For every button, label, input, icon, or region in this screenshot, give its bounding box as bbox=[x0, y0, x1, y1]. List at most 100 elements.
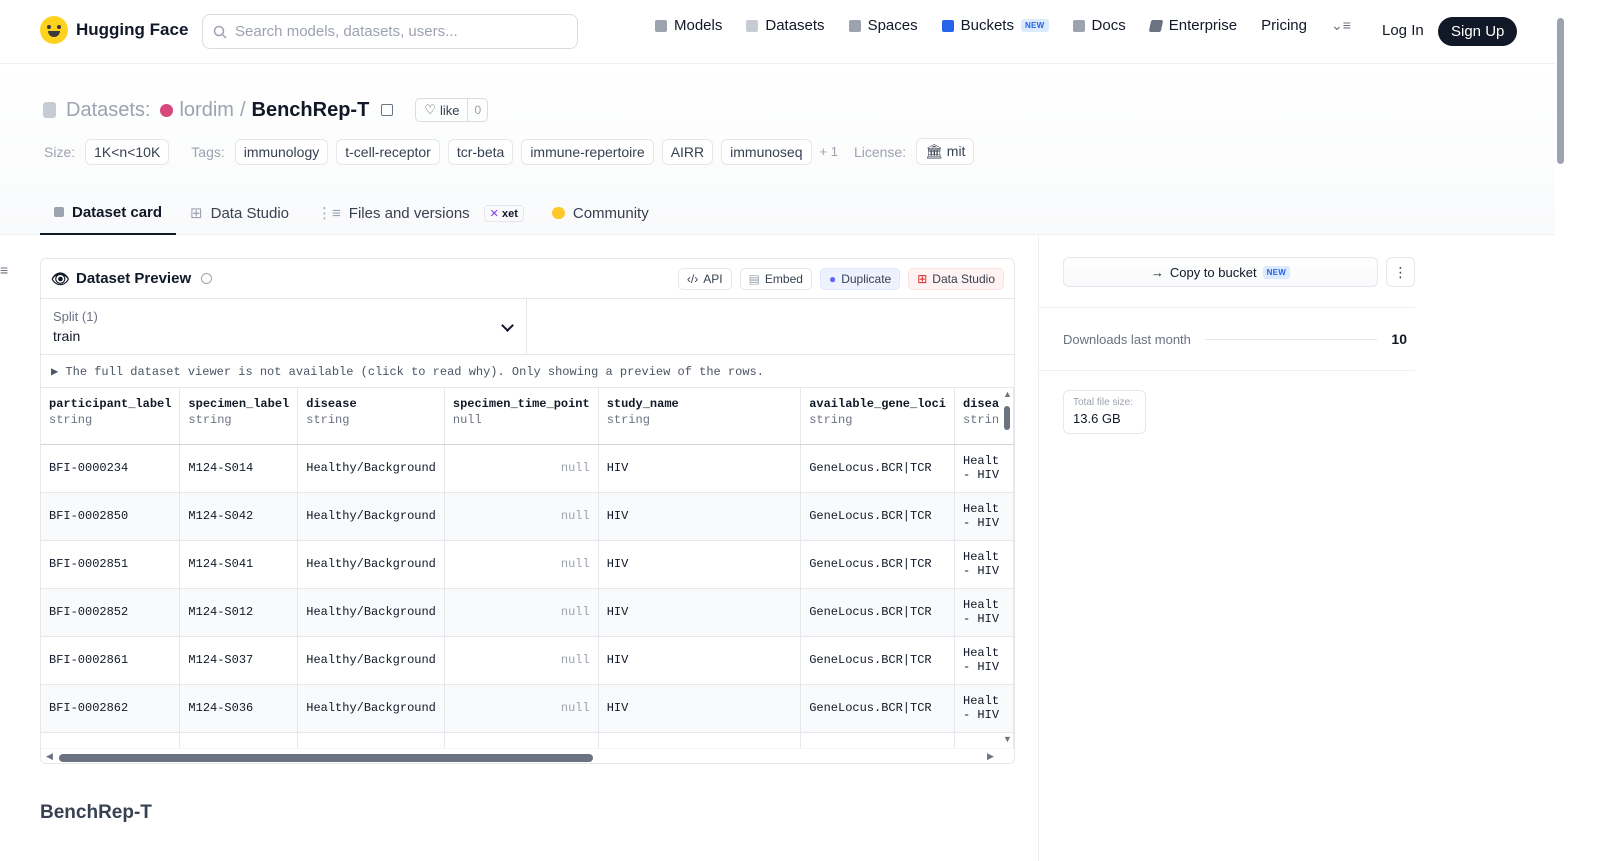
table-cell[interactable]: M124-S037 bbox=[179, 636, 299, 685]
table-cell[interactable]: Healthy/Background bbox=[297, 684, 445, 733]
column-header[interactable]: study_name string bbox=[598, 388, 802, 445]
horizontal-scrollbar[interactable]: ◀ ▶ bbox=[41, 748, 1014, 763]
login-link[interactable]: Log In bbox=[1382, 22, 1424, 39]
api-button[interactable]: ‹/› API bbox=[677, 267, 732, 290]
table-cell[interactable]: BFI-0002851 bbox=[41, 540, 181, 589]
tag-immune-repertoire[interactable]: immune-repertoire bbox=[521, 138, 654, 165]
datasets-prefix[interactable]: Datasets: bbox=[66, 99, 150, 122]
table-cell[interactable]: null bbox=[444, 540, 599, 589]
table-row[interactable]: BFI-0002851 M124-S041 Healthy/Background nu… bbox=[41, 540, 1014, 589]
brand-logo[interactable]: Hugging Face bbox=[40, 16, 188, 44]
toc-toggle-icon[interactable]: ≡ bbox=[0, 262, 8, 278]
table-cell[interactable]: BFI-0002862 bbox=[41, 684, 181, 733]
table-cell[interactable]: M124-S036 bbox=[179, 684, 299, 733]
more-tags[interactable]: + 1 bbox=[820, 144, 838, 159]
page-scroll-thumb[interactable] bbox=[1557, 18, 1564, 164]
tag-immunoseq[interactable]: immunoseq bbox=[721, 138, 812, 165]
table-cell[interactable]: null bbox=[444, 492, 599, 541]
tab-community[interactable]: Community bbox=[538, 191, 663, 235]
size-tag[interactable]: 1K<n<10K bbox=[85, 138, 170, 165]
table-cell[interactable]: HIV bbox=[598, 684, 802, 733]
split-dropdown[interactable]: Split (1) train bbox=[41, 299, 527, 354]
tag-t-cell-receptor[interactable]: t-cell-receptor bbox=[336, 138, 440, 165]
duplicate-button[interactable]: ● Duplicate bbox=[819, 267, 901, 290]
table-cell[interactable]: HIV bbox=[598, 492, 802, 541]
table-row[interactable]: BFI-0002862 M124-S036 Healthy/Background nu… bbox=[41, 684, 1014, 733]
horizontal-scroll-thumb[interactable] bbox=[59, 754, 593, 762]
table-cell[interactable]: BFI-0002850 bbox=[41, 492, 181, 541]
nav-spaces[interactable]: Spaces bbox=[848, 17, 918, 34]
nav-datasets[interactable]: Datasets bbox=[746, 17, 825, 34]
table-cell[interactable]: BFI-0002852 bbox=[41, 588, 181, 637]
table-row[interactable]: BFI-0002850 M124-S042 Healthy/Background nu… bbox=[41, 492, 1014, 541]
table-cell[interactable]: GeneLocus.BCR|TCR bbox=[800, 444, 956, 493]
scroll-right-icon[interactable]: ▶ bbox=[987, 751, 994, 762]
tab-files-and-versions[interactable]: ⋮≡ Files and versions ✕ xet bbox=[303, 191, 538, 235]
nav-pricing[interactable]: Pricing bbox=[1261, 17, 1307, 34]
nav-models[interactable]: Models bbox=[655, 17, 722, 34]
signup-button[interactable]: Sign Up bbox=[1438, 17, 1518, 46]
column-header[interactable]: available_gene_loci string bbox=[800, 388, 956, 445]
table-cell[interactable]: Healthy/Background bbox=[297, 540, 445, 589]
table-cell[interactable]: null bbox=[444, 636, 599, 685]
table-cell[interactable]: HIV bbox=[598, 588, 802, 637]
table-cell[interactable]: null bbox=[444, 588, 599, 637]
table-cell[interactable]: GeneLocus.BCR|TCR bbox=[800, 540, 956, 589]
search-box[interactable] bbox=[202, 14, 578, 49]
table-cell[interactable]: GeneLocus.BCR|TCR bbox=[800, 636, 956, 685]
nav-enterprise[interactable]: Enterprise bbox=[1148, 17, 1237, 34]
table-cell[interactable]: Healthy/Background bbox=[297, 444, 445, 493]
copy-icon[interactable] bbox=[381, 104, 394, 116]
owner-link[interactable]: lordim bbox=[179, 99, 233, 122]
table-cell[interactable]: GeneLocus.BCR|TCR bbox=[800, 684, 956, 733]
table-cell[interactable]: HIV bbox=[598, 444, 802, 493]
table-cell[interactable]: HIV bbox=[598, 636, 802, 685]
tag-immunology[interactable]: immunology bbox=[234, 138, 329, 165]
tab-data-studio[interactable]: ⊞ Data Studio bbox=[176, 191, 303, 235]
table-cell[interactable]: GeneLocus.BCR|TCR bbox=[800, 492, 956, 541]
data-studio-button[interactable]: ⊞ Data Studio bbox=[908, 267, 1004, 290]
table-cell[interactable]: GeneLocus.BCR|TCR bbox=[800, 588, 956, 637]
like-button[interactable]: ♡ like 0 bbox=[415, 98, 489, 122]
search-icon bbox=[213, 25, 227, 39]
table-cell[interactable]: null bbox=[444, 444, 599, 493]
table-cell[interactable]: M124-S012 bbox=[179, 588, 299, 637]
table-cell[interactable]: M124-S014 bbox=[179, 444, 299, 493]
column-header[interactable]: specimen_label string bbox=[179, 388, 299, 445]
table-row[interactable]: BFI-0002852 M124-S012 Healthy/Background nu… bbox=[41, 588, 1014, 637]
info-icon[interactable] bbox=[201, 273, 213, 284]
column-header[interactable]: specimen_time_point null bbox=[444, 388, 599, 445]
tab-dataset-card[interactable]: Dataset card bbox=[40, 191, 177, 235]
table-row[interactable]: BFI-0002861 M124-S037 Healthy/Background nu… bbox=[41, 636, 1014, 685]
table-cell[interactable]: M124-S042 bbox=[179, 492, 299, 541]
search-input[interactable] bbox=[235, 23, 555, 40]
column-header[interactable]: disease string bbox=[297, 388, 445, 445]
table-cell[interactable]: HIV bbox=[598, 540, 802, 589]
scroll-down-icon[interactable]: ▼ bbox=[1003, 734, 1012, 744]
table-cell[interactable]: Healthy/Background bbox=[297, 492, 445, 541]
license-tag[interactable]: 🏛 mit bbox=[916, 138, 975, 165]
table-cell[interactable]: BFI-0002861 bbox=[41, 636, 181, 685]
viewer-notice[interactable]: ▶ The full dataset viewer is not availab… bbox=[41, 355, 1014, 388]
column-header[interactable]: participant_label string bbox=[41, 388, 181, 445]
tag-tcr-beta[interactable]: tcr-beta bbox=[447, 138, 514, 165]
vertical-scrollbar[interactable]: ▲ ▼ bbox=[1003, 389, 1012, 744]
table-cell[interactable]: BFI-0000234 bbox=[41, 444, 181, 493]
dataset-name[interactable]: BenchRep-T bbox=[252, 99, 370, 122]
nav-docs[interactable]: Docs bbox=[1072, 17, 1126, 34]
more-options-button[interactable]: ⋮ bbox=[1386, 257, 1415, 287]
nav-buckets[interactable]: Buckets NEW bbox=[941, 17, 1049, 34]
vertical-scroll-thumb[interactable] bbox=[1004, 406, 1010, 430]
table-cell[interactable]: null bbox=[444, 684, 599, 733]
page-scrollbar[interactable] bbox=[1555, 0, 1567, 845]
tag-airr[interactable]: AIRR bbox=[661, 138, 714, 165]
table-cell[interactable]: Healthy/Background bbox=[297, 636, 445, 685]
copy-to-bucket-button[interactable]: → Copy to bucket NEW bbox=[1063, 257, 1378, 287]
scroll-left-icon[interactable]: ◀ bbox=[46, 751, 53, 762]
table-cell[interactable]: Healthy/Background bbox=[297, 588, 445, 637]
embed-button[interactable]: ▤ Embed bbox=[739, 267, 812, 290]
table-row[interactable]: BFI-0000234 M124-S014 Healthy/Background nu… bbox=[41, 444, 1014, 493]
table-cell[interactable]: M124-S041 bbox=[179, 540, 299, 589]
scroll-up-icon[interactable]: ▲ bbox=[1003, 389, 1012, 399]
more-menu-icon[interactable]: ⌄≡ bbox=[1331, 17, 1351, 34]
